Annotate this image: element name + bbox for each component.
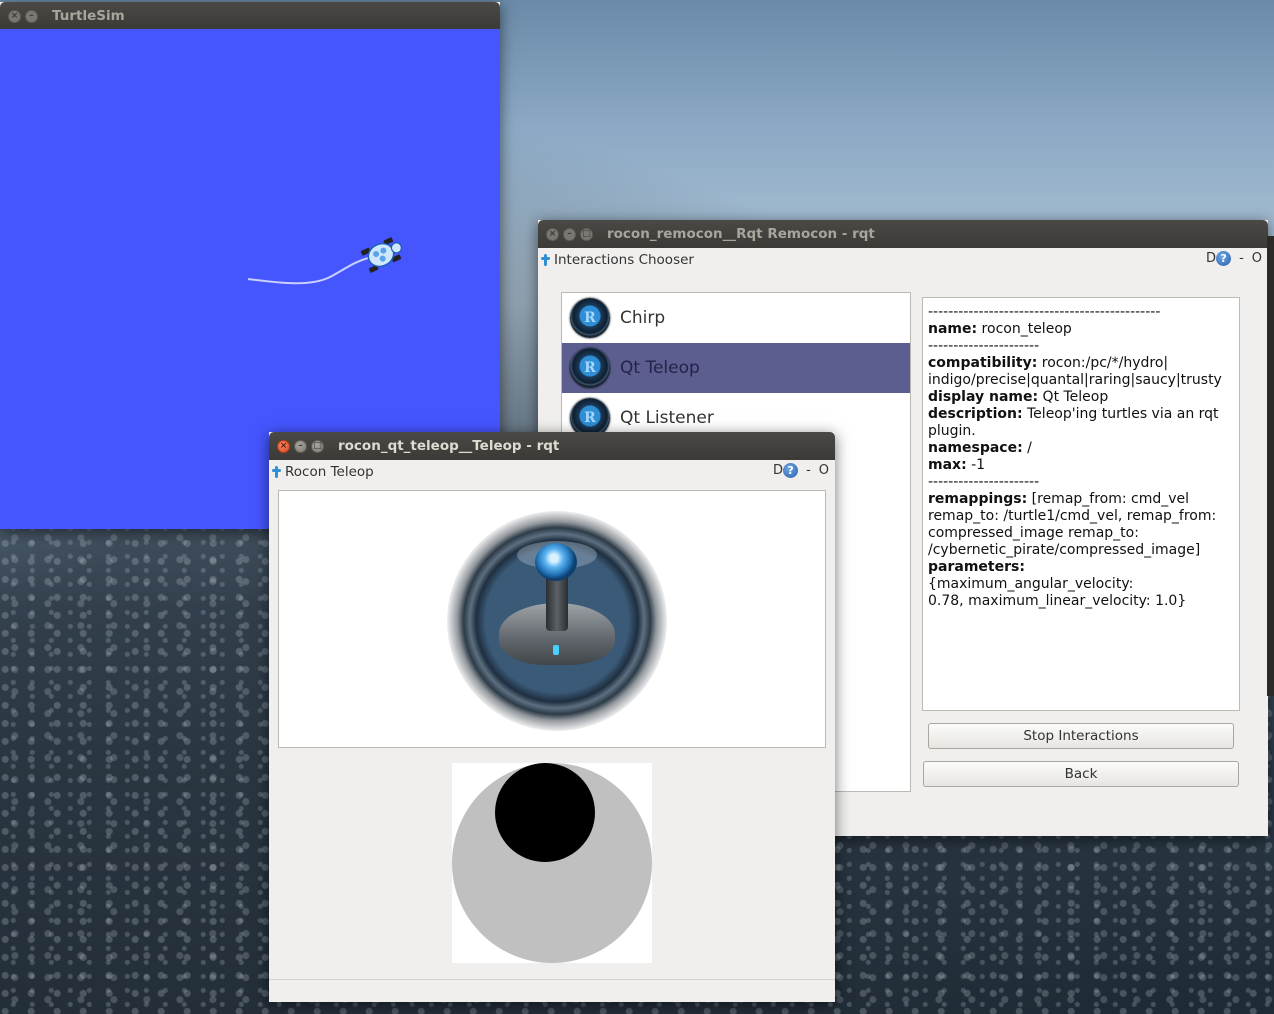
- info-value-continued: 0.78, maximum_linear_velocity: 1.0}: [928, 593, 1187, 609]
- maximize-icon[interactable]: □: [311, 439, 324, 453]
- plugin-controls: D ? - O: [773, 463, 829, 478]
- info-value: -1: [966, 457, 986, 473]
- info-key: remappings:: [928, 491, 1028, 507]
- teleop-titlebar[interactable]: × – □ rocon_qt_teleop__Teleop - rqt: [269, 432, 835, 460]
- teleop-window: × – □ rocon_qt_teleop__Teleop - rqt Roco…: [269, 432, 835, 1002]
- window-title: rocon_qt_teleop__Teleop - rqt: [338, 438, 560, 454]
- close-icon[interactable]: ×: [277, 439, 290, 453]
- info-value: {maximum_angular_velocity:: [928, 576, 1134, 592]
- info-key: compatibility:: [928, 355, 1038, 371]
- info-key: description:: [928, 406, 1023, 422]
- plugin-header: Interactions Chooser D ? - O: [538, 248, 1268, 272]
- plugin-controls: D ? - O: [1206, 251, 1262, 266]
- info-value-continued: remap_to: /turtle1/cmd_vel, remap_from:: [928, 508, 1217, 524]
- dock-controls: D ?: [773, 463, 799, 478]
- joystick-ball: [535, 543, 577, 581]
- info-namespace: namespace: /: [928, 440, 1234, 457]
- minimize-icon[interactable]: –: [563, 227, 576, 241]
- dock-button[interactable]: D: [1206, 251, 1216, 266]
- info-value: [remap_from: cmd_vel: [1027, 491, 1190, 507]
- close-plugin-button[interactable]: O: [1252, 251, 1262, 266]
- minimize-icon[interactable]: –: [25, 9, 38, 23]
- info-key: display name:: [928, 389, 1039, 405]
- close-plugin-button[interactable]: O: [819, 463, 829, 478]
- dock-controls: D ?: [1206, 251, 1232, 266]
- info-compatibility: compatibility: rocon:/pc/*/hydro|: [928, 355, 1234, 372]
- remocon-titlebar[interactable]: × – □ rocon_remocon__Rqt Remocon - rqt: [538, 220, 1268, 248]
- minimize-plugin-button[interactable]: -: [1239, 251, 1244, 266]
- separator-line: ----------------------: [928, 338, 1040, 354]
- info-max: max: -1: [928, 457, 1234, 474]
- virtual-joystick-pad[interactable]: [452, 763, 652, 963]
- rocon-app-icon: R: [570, 298, 610, 338]
- info-key: parameters:: [928, 559, 1025, 575]
- close-icon[interactable]: ×: [546, 227, 559, 241]
- plugin-name: Rocon Teleop: [285, 464, 374, 480]
- info-value: rocon:/pc/*/hydro|: [1037, 355, 1169, 371]
- info-value: Qt Teleop: [1038, 389, 1109, 405]
- separator-line: ----------------------------------------…: [928, 304, 1161, 320]
- turtle-trail: [247, 256, 373, 285]
- list-item-label: Chirp: [620, 308, 666, 328]
- minimize-plugin-button[interactable]: -: [806, 463, 811, 478]
- info-name: name: rocon_teleop: [928, 321, 1234, 338]
- info-value: Teleop'ing turtles via an rqt: [1022, 406, 1219, 422]
- rqt-plugin-icon: [272, 465, 282, 479]
- window-title: rocon_remocon__Rqt Remocon - rqt: [607, 226, 875, 242]
- help-icon[interactable]: ?: [783, 463, 799, 478]
- window-title: TurtleSim: [52, 8, 125, 24]
- info-value-continued: plugin.: [928, 423, 976, 439]
- info-value-continued: compressed_image remap_to:: [928, 525, 1139, 541]
- rqt-plugin-icon: [541, 253, 551, 267]
- info-value: rocon_teleop: [977, 321, 1072, 337]
- info-value-continued: /cybernetic_pirate/compressed_image]: [928, 542, 1201, 558]
- joystick-app-icon: [447, 511, 667, 731]
- help-icon[interactable]: ?: [1216, 251, 1232, 266]
- list-item-label: Qt Listener: [620, 408, 714, 428]
- plugin-header: Rocon Teleop D ? - O: [269, 460, 835, 484]
- plugin-name: Interactions Chooser: [554, 252, 694, 268]
- info-parameters: parameters: {maximum_angular_velocity:: [928, 559, 1234, 593]
- rocon-app-icon: R: [570, 348, 610, 388]
- camera-image-panel: [278, 490, 826, 748]
- info-key: max:: [928, 457, 967, 473]
- joystick-led: [553, 645, 559, 655]
- info-description: description: Teleop'ing turtles via an r…: [928, 406, 1234, 423]
- info-remappings: remappings: [remap_from: cmd_vel: [928, 491, 1234, 508]
- background-window-edge: [1267, 236, 1274, 696]
- separator-line: ----------------------: [928, 474, 1040, 490]
- joystick-knob[interactable]: [495, 763, 595, 862]
- info-value: /: [1022, 440, 1032, 456]
- list-item-qt-teleop[interactable]: R Qt Teleop: [562, 343, 910, 393]
- back-button[interactable]: Back: [923, 761, 1239, 787]
- info-display-name: display name: Qt Teleop: [928, 389, 1234, 406]
- interaction-info-panel: ---------------------- ------------------…: [922, 297, 1240, 711]
- stop-interactions-button[interactable]: Stop Interactions: [928, 723, 1234, 749]
- minimize-icon[interactable]: –: [294, 439, 307, 453]
- list-item-label: Qt Teleop: [620, 358, 700, 378]
- info-key: name:: [928, 321, 978, 337]
- info-value-continued: indigo/precise|quantal|raring|saucy|trus…: [928, 372, 1222, 388]
- status-bar: [269, 979, 835, 1002]
- list-item-chirp[interactable]: R Chirp: [562, 293, 910, 343]
- turtlesim-titlebar[interactable]: × – TurtleSim: [0, 2, 500, 30]
- turtle-icon: [360, 237, 403, 273]
- dock-button[interactable]: D: [773, 463, 783, 478]
- maximize-icon[interactable]: □: [580, 227, 593, 241]
- close-icon[interactable]: ×: [8, 9, 21, 23]
- info-key: namespace:: [928, 440, 1023, 456]
